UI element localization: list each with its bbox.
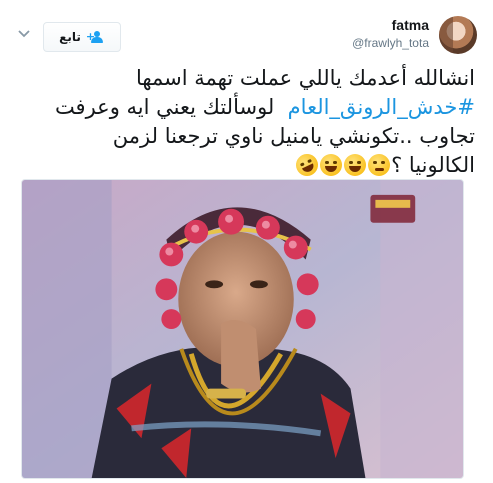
tweet-photo[interactable] bbox=[21, 179, 464, 479]
follow-button-label: تابع bbox=[59, 30, 81, 44]
add-user-icon: + bbox=[86, 30, 105, 44]
tears-of-joy-icon bbox=[320, 154, 343, 176]
tweet-line-4-text: الكالونيا ؟ bbox=[391, 153, 475, 177]
hashtag-link[interactable]: #خدش_الرونق_العام bbox=[288, 95, 475, 119]
chevron-down-icon[interactable] bbox=[16, 26, 32, 42]
tweet-line-3: تجاوب ..تكونشي يامنيل ناوي ترجعنا لزمن bbox=[112, 124, 475, 148]
tweet-line-4: الكالونيا ؟ bbox=[15, 150, 475, 180]
avatar[interactable] bbox=[439, 16, 477, 54]
thinking-face-icon bbox=[368, 154, 391, 176]
tweet-header: fatma @frawlyh_tota تابع + bbox=[0, 0, 493, 62]
tears-of-joy-icon bbox=[344, 154, 367, 176]
author-handle[interactable]: @frawlyh_tota bbox=[352, 36, 429, 50]
author-name[interactable]: fatma bbox=[392, 17, 429, 33]
tweet-line-2: #خدش_الرونق_العام لوسألتك يعني ايه وعرفت bbox=[15, 93, 475, 122]
tweet-line-2-text: لوسألتك يعني ايه وعرفت bbox=[54, 95, 275, 119]
tweet-text: انشالله أعدمك ياللي عملت تهمة اسمها #خدش… bbox=[15, 64, 475, 180]
follow-button[interactable]: تابع + bbox=[43, 22, 121, 52]
tweet-line-1: انشالله أعدمك ياللي عملت تهمة اسمها bbox=[135, 66, 475, 90]
rolling-laughing-icon bbox=[292, 150, 322, 180]
photo-actor-costume bbox=[22, 180, 463, 478]
